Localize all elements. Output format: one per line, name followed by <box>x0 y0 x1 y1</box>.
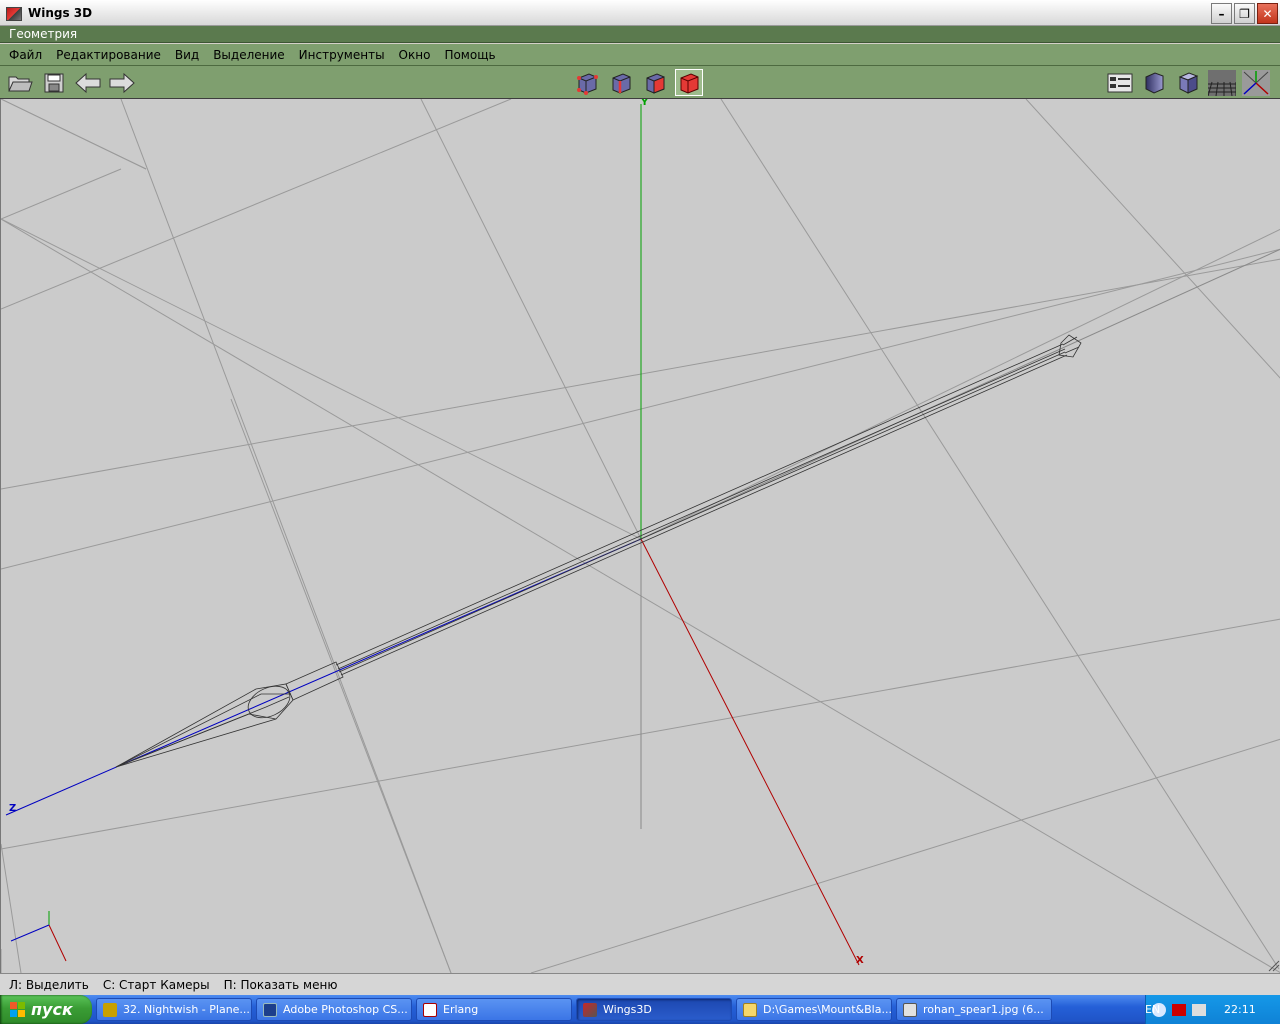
z-axis-negative <box>640 248 1280 540</box>
ground-grid-button[interactable] <box>1208 69 1236 96</box>
maximize-button[interactable]: ❐ <box>1234 3 1255 24</box>
status-rmb-hint: П: Показать меню <box>223 977 338 992</box>
winamp-icon <box>103 1002 117 1017</box>
redo-icon <box>109 72 135 93</box>
undo-icon <box>75 72 101 93</box>
viewport-canvas <box>1 99 1280 973</box>
open-button[interactable] <box>6 69 34 96</box>
viewport-resize-grip[interactable] <box>1268 960 1280 972</box>
orientation-gizmo <box>10 911 67 962</box>
z-axis <box>5 538 642 816</box>
clock[interactable]: 22:11 <box>1224 1003 1256 1016</box>
menu-window[interactable]: Окно <box>392 48 438 62</box>
object-select-button[interactable] <box>675 69 703 96</box>
folder-icon <box>743 1002 757 1017</box>
axes-button[interactable] <box>1242 69 1270 96</box>
flat-shade-icon <box>1178 71 1199 94</box>
window-title: Wings 3D <box>28 5 93 20</box>
task-label: rohan_spear1.jpg (6... <box>923 1003 1044 1016</box>
menu-view[interactable]: Вид <box>168 48 206 62</box>
x-axis-label: X <box>856 955 864 966</box>
face-select-button[interactable] <box>641 69 669 96</box>
3d-viewport[interactable]: Y X Z <box>0 99 1280 973</box>
menu-edit[interactable]: Редактирование <box>49 48 168 62</box>
face-select-icon <box>646 72 665 94</box>
wings-icon <box>583 1002 597 1017</box>
start-label: пуск <box>31 1000 73 1019</box>
save-button[interactable] <box>40 69 68 96</box>
open-icon <box>8 76 33 91</box>
restore-icon: ❐ <box>1239 6 1250 21</box>
undo-button[interactable] <box>74 69 102 96</box>
task-image-viewer[interactable]: rohan_spear1.jpg (6... <box>896 998 1052 1021</box>
flat-shade-button[interactable] <box>1174 69 1202 96</box>
minimize-button[interactable]: – <box>1211 3 1232 24</box>
ground-grid-icon <box>1208 69 1236 96</box>
z-axis-label: Z <box>9 803 17 814</box>
task-label: Erlang <box>443 1003 479 1016</box>
task-label: D:\Games\Mount&Bla... <box>763 1003 892 1016</box>
x-axis <box>640 538 860 966</box>
task-erlang[interactable]: Erlang <box>416 998 572 1021</box>
wings-app-icon[interactable] <box>5 5 22 21</box>
menu-select[interactable]: Выделение <box>206 48 291 62</box>
task-folder[interactable]: D:\Games\Mount&Bla... <box>736 998 892 1021</box>
outliner-button[interactable] <box>1106 69 1134 96</box>
system-tray: 22:11 <box>1145 995 1280 1024</box>
axes-icon <box>1242 69 1270 96</box>
task-photoshop[interactable]: Adobe Photoshop CS... <box>256 998 412 1021</box>
task-label: Adobe Photoshop CS... <box>283 1003 408 1016</box>
edge-select-button[interactable] <box>607 69 635 96</box>
title-bar: Wings 3D – ❐ ✕ <box>0 0 1280 26</box>
close-icon: ✕ <box>1262 6 1273 21</box>
window-controls: – ❐ ✕ <box>1211 3 1278 24</box>
menu-file[interactable]: Файл <box>2 48 49 62</box>
windows-logo-icon <box>10 1001 26 1018</box>
toolbar <box>0 66 1280 99</box>
vertex-select-icon <box>577 72 598 95</box>
smooth-shade-icon <box>1145 71 1164 94</box>
menu-bar: Файл Редактирование Вид Выделение Инстру… <box>0 44 1280 66</box>
network-icon[interactable] <box>1192 1003 1206 1016</box>
object-select-icon <box>680 72 699 94</box>
spear-mesh <box>115 334 1082 768</box>
status-lmb-hint: Л: Выделить <box>9 977 89 992</box>
windows-taskbar: пуск 32. Nightwish - Plane... Adobe Phot… <box>0 995 1280 1024</box>
status-mmb-hint: С: Старт Камеры <box>102 977 210 992</box>
save-icon <box>44 73 64 92</box>
task-wings3d[interactable]: Wings3D <box>576 998 732 1021</box>
geometry-window-bar: Геометрия <box>0 26 1280 43</box>
smooth-shade-button[interactable] <box>1140 69 1168 96</box>
outliner-icon <box>1107 73 1133 92</box>
task-winamp[interactable]: 32. Nightwish - Plane... <box>96 998 252 1021</box>
close-button[interactable]: ✕ <box>1257 3 1278 24</box>
vertex-select-button[interactable] <box>573 69 601 96</box>
task-label: Wings3D <box>603 1003 652 1016</box>
image-icon <box>903 1002 917 1017</box>
tray-app-icon[interactable] <box>1172 1003 1186 1016</box>
redo-button[interactable] <box>108 69 136 96</box>
edge-select-icon <box>612 72 631 94</box>
language-indicator[interactable]: EN <box>1145 995 1160 1024</box>
task-label: 32. Nightwish - Plane... <box>123 1003 250 1016</box>
y-axis-label: Y <box>641 99 649 108</box>
menu-help[interactable]: Помощь <box>437 48 502 62</box>
erlang-icon <box>423 1002 437 1017</box>
start-button[interactable]: пуск <box>0 995 92 1024</box>
photoshop-icon <box>263 1002 277 1017</box>
minimize-icon: – <box>1218 6 1225 21</box>
status-bar: Л: Выделить С: Старт Камеры П: Показать … <box>0 973 1280 995</box>
menu-tools[interactable]: Инструменты <box>292 48 392 62</box>
